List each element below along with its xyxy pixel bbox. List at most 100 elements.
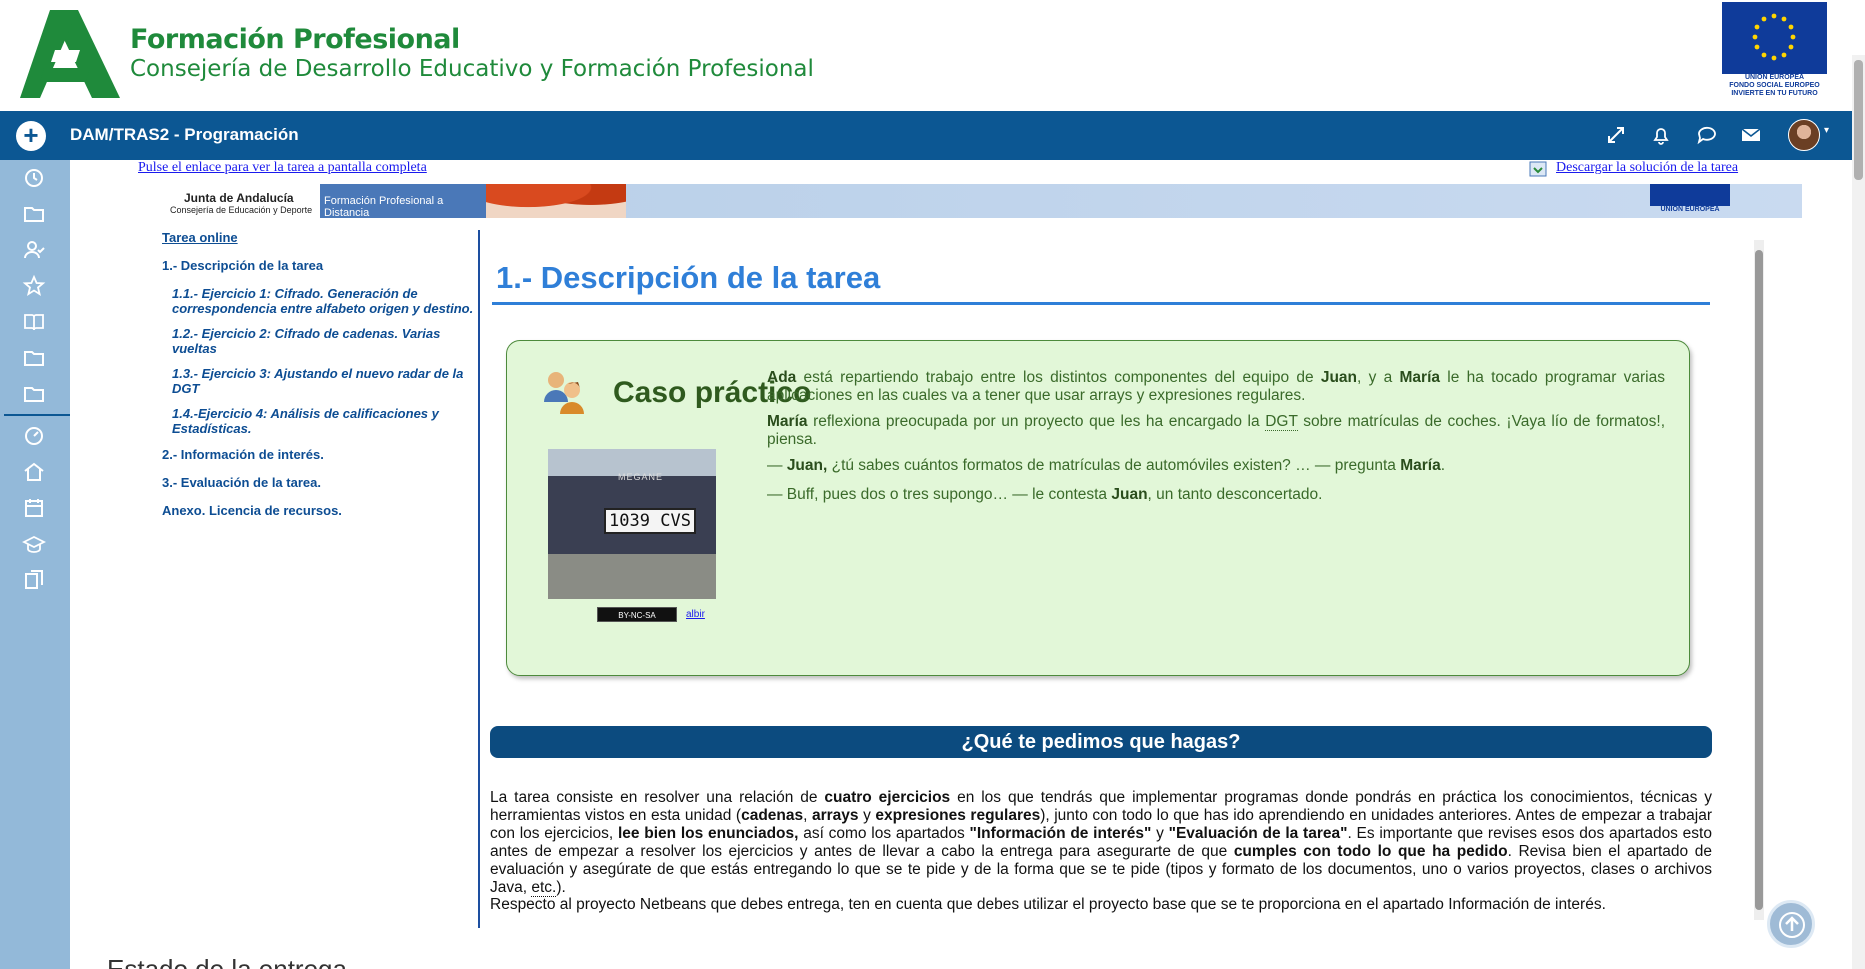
- fullscreen-link[interactable]: Pulse el enlace para ver la tarea a pant…: [138, 160, 427, 176]
- bold-span: arrays: [812, 807, 859, 824]
- dgt-abbr[interactable]: DGT: [1265, 413, 1298, 431]
- page-scrollbar-thumb[interactable]: [1854, 60, 1863, 180]
- toc-tarea-online[interactable]: Tarea online: [162, 230, 238, 245]
- name-maria: María: [1400, 457, 1441, 474]
- bold-span: cuatro ejercicios: [824, 789, 951, 806]
- folder-icon[interactable]: [22, 346, 46, 370]
- add-button[interactable]: +: [16, 121, 46, 151]
- text-span: y: [858, 807, 876, 824]
- junta-sub: Consejería de Educación y Deporte: [170, 205, 313, 215]
- car-brand-label: MEGANE: [618, 472, 664, 482]
- task-paragraph-1: La tarea consiste en resolver una relaci…: [490, 789, 1712, 897]
- text-span: —: [767, 457, 787, 474]
- bold-span: cumples con todo lo que ha pedido: [1233, 843, 1508, 860]
- banner-photo: [486, 184, 626, 218]
- main-content: Pulse el enlace para ver la tarea a pant…: [70, 160, 1852, 969]
- section-heading: 1.- Descripción de la tarea: [496, 260, 881, 295]
- bold-span: "Información de interés": [969, 825, 1152, 842]
- download-icon[interactable]: [1528, 160, 1548, 178]
- graduation-icon[interactable]: [22, 532, 46, 556]
- toc-item-ejercicio-3[interactable]: 1.3.- Ejercicio 3: Ajustando el nuevo ra…: [172, 366, 472, 396]
- text-span: , un tanto desconcertado.: [1147, 486, 1323, 503]
- text-span: así como los apartados: [798, 825, 970, 842]
- folder-icon[interactable]: [22, 382, 46, 406]
- license-plate: 1039 CVS: [604, 508, 696, 534]
- chat-icon[interactable]: [1695, 123, 1719, 147]
- left-sidebar: [0, 160, 70, 969]
- bold-span: cadenas: [741, 807, 804, 824]
- image-credit-link[interactable]: albir: [686, 609, 705, 620]
- user-avatar[interactable]: [1788, 119, 1820, 151]
- page-scrollbar[interactable]: [1852, 55, 1865, 969]
- eu-flag-icon: [1722, 2, 1827, 74]
- junta-banner-label: Junta de Andalucía Consejería de Educaci…: [162, 184, 322, 218]
- bold-span: "Evaluación de la tarea": [1168, 825, 1348, 842]
- toc-item-informacion[interactable]: 2.- Información de interés.: [162, 447, 324, 462]
- text-span: y: [1151, 825, 1169, 842]
- text-span: reflexiona preocupada por un proyecto qu…: [807, 413, 1266, 430]
- estado-entrega-heading: Estado de la entrega: [107, 954, 347, 969]
- people-icon: [544, 372, 584, 414]
- caso-paragraph-4: — Buff, pues dos o tres supongo… — le co…: [767, 486, 1665, 504]
- junta-andalucia-logo: [20, 10, 120, 98]
- bell-icon[interactable]: [1649, 123, 1673, 147]
- chevron-down-icon[interactable]: ▾: [1824, 125, 1829, 136]
- text-span: ¿tú sabes cuántos formatos de matrículas…: [827, 457, 1401, 474]
- inner-scrollbar-thumb[interactable]: [1755, 250, 1763, 910]
- toc-item-evaluacion[interactable]: 3.- Evaluación de la tarea.: [162, 475, 321, 490]
- star-icon[interactable]: [22, 274, 46, 298]
- arrow-up-icon: [1779, 912, 1805, 938]
- name-juan: Juan,: [786, 457, 828, 474]
- banner-eu-flag-icon: [1650, 184, 1730, 206]
- junta-name: Junta de Andalucía: [184, 191, 294, 205]
- course-title[interactable]: DAM/TRAS2 - Programación: [70, 125, 299, 145]
- brand-title: Formación Profesional: [130, 24, 460, 55]
- toc-item-ejercicio-4[interactable]: 1.4.-Ejercicio 4: Análisis de calificaci…: [172, 406, 462, 436]
- folder-icon[interactable]: [22, 202, 46, 226]
- text-span: La tarea consiste en resolver una relaci…: [490, 789, 825, 806]
- calendar-icon[interactable]: [22, 496, 46, 520]
- sidebar-divider: [4, 414, 70, 416]
- task-paragraph-2: Respecto al proyecto Netbeans que debes …: [490, 896, 1606, 913]
- text-span: — Buff, pues dos o tres supongo… — le co…: [767, 486, 1112, 503]
- name-maria: María: [1399, 369, 1441, 386]
- caso-paragraph-1: Ada está repartiendo trabajo entre los d…: [767, 369, 1665, 405]
- clock-icon[interactable]: [22, 166, 46, 190]
- toc-divider: [478, 230, 480, 928]
- banner-eu-label: UNIÓN EUROPEA: [1660, 206, 1720, 213]
- toc-item-anexo[interactable]: Anexo. Licencia de recursos.: [162, 503, 342, 518]
- book-icon[interactable]: [22, 310, 46, 334]
- text-span: .: [1440, 457, 1446, 474]
- fullscreen-icon[interactable]: [1604, 123, 1628, 147]
- toc-item-descripcion[interactable]: 1.- Descripción de la tarea: [162, 258, 323, 273]
- pedimos-header: ¿Qué te pedimos que hagas?: [490, 726, 1712, 758]
- toc-item-ejercicio-1[interactable]: 1.1.- Ejercicio 1: Cifrado. Generación d…: [172, 286, 484, 316]
- name-maria: María: [767, 413, 808, 430]
- text-span: ,: [803, 807, 812, 824]
- cc-license-badge[interactable]: BY-NC-SA: [597, 607, 677, 622]
- name-juan: Juan: [1320, 369, 1358, 386]
- toc-item-ejercicio-2[interactable]: 1.2.- Ejercicio 2: Cifrado de cadenas. V…: [172, 326, 472, 356]
- bold-span: expresiones regulares: [875, 807, 1041, 824]
- download-solution-link[interactable]: Descargar la solución de la tarea: [1556, 160, 1738, 176]
- text-span: ).: [556, 879, 566, 896]
- users-icon[interactable]: [22, 238, 46, 262]
- top-navbar: + DAM/TRAS2 - Programación ▾: [0, 111, 1852, 160]
- brand-subtitle: Consejería de Desarrollo Educativo y For…: [130, 56, 814, 82]
- bold-span: lee bien los enunciados,: [617, 825, 799, 842]
- text-span: está repartiendo trabajo entre los disti…: [796, 369, 1321, 386]
- scroll-to-top-button[interactable]: [1767, 900, 1815, 948]
- heading-underline: [492, 302, 1710, 305]
- fp-distancia-label: Formación Profesional a Distancia: [320, 184, 486, 219]
- caso-paragraph-3: — Juan, ¿tú sabes cuántos formatos de ma…: [767, 457, 1665, 475]
- etc-abbr[interactable]: etc.: [531, 879, 557, 897]
- name-juan: Juan: [1111, 486, 1148, 503]
- brand-header: Formación Profesional Consejería de Desa…: [0, 0, 1865, 111]
- mail-icon[interactable]: [1739, 123, 1763, 147]
- caso-paragraph-2: María reflexiona preocupada por un proye…: [767, 413, 1665, 449]
- name-ada: Ada: [767, 369, 797, 386]
- copy-icon[interactable]: [22, 568, 46, 592]
- home-icon[interactable]: [22, 460, 46, 484]
- text-span: , y a: [1357, 369, 1400, 386]
- dashboard-icon[interactable]: [22, 424, 46, 448]
